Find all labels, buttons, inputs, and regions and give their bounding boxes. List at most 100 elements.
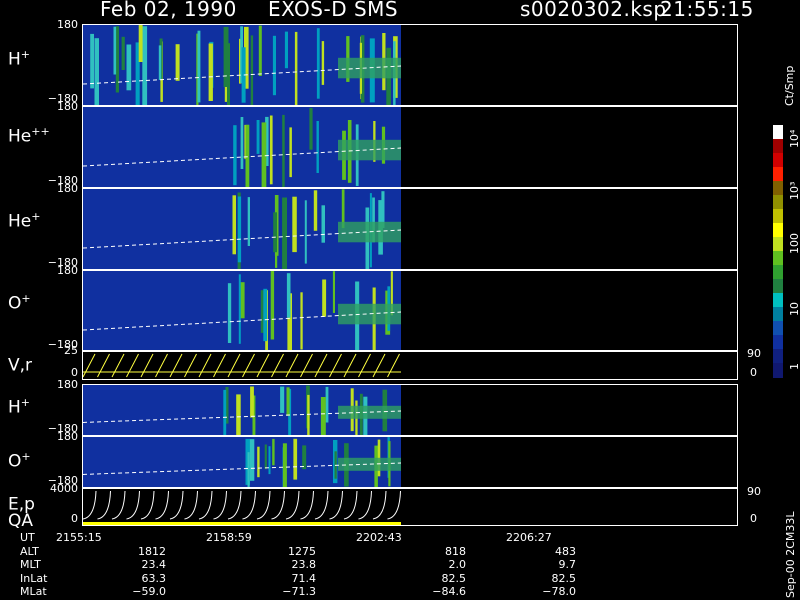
colorbar-swatch xyxy=(773,363,783,378)
orbit-value: 71.4 xyxy=(291,571,317,585)
velocity-sweep xyxy=(343,353,357,378)
orbit-value: 2202:43 xyxy=(356,531,402,544)
count-burst xyxy=(293,438,298,480)
orbit-row: ALT 1812 1275 818 483 xyxy=(20,545,616,559)
count-burst xyxy=(289,127,292,178)
count-burst xyxy=(121,36,125,70)
count-burst xyxy=(270,271,275,340)
axis-tick-top: 180 xyxy=(57,100,78,113)
count-burst xyxy=(282,197,287,269)
panel-plot xyxy=(83,25,402,105)
count-burst xyxy=(284,31,288,69)
count-burst xyxy=(321,205,325,243)
orbit-value: 2155:15 xyxy=(56,531,102,544)
orbit-row: UT 2155:15 2158:59 2202:43 2206:27 xyxy=(20,531,616,545)
dense-band xyxy=(338,303,401,325)
axis-tick-top: 180 xyxy=(57,18,78,31)
velocity-sweep xyxy=(285,353,299,378)
velocity-sweep xyxy=(329,353,342,378)
count-burst xyxy=(320,397,326,435)
energy-sweep xyxy=(184,490,198,520)
energy-sweep xyxy=(140,490,155,520)
orbit-value: −71.3 xyxy=(282,585,316,599)
count-burst xyxy=(115,26,119,93)
panel-1 xyxy=(82,106,738,188)
velocity-sweep xyxy=(126,353,139,378)
panel-label-3: O+ xyxy=(8,292,31,314)
count-burst xyxy=(258,25,262,77)
count-burst xyxy=(304,200,307,264)
right-tick-top: 90 xyxy=(747,347,761,360)
count-burst xyxy=(286,387,290,416)
orbit-param-name: MLT xyxy=(20,558,41,572)
count-burst xyxy=(263,288,268,342)
colorbar-label-1e4: 10⁴ xyxy=(788,129,800,148)
count-burst xyxy=(142,26,148,105)
count-burst xyxy=(113,26,117,75)
velocity-sweep xyxy=(140,353,154,378)
velocity-sweep xyxy=(111,353,125,378)
count-burst xyxy=(280,386,285,413)
energy-sweep xyxy=(314,490,329,520)
right-tick-bottom: 0 xyxy=(750,366,757,379)
axis-tick-top: 180 xyxy=(57,264,78,277)
panel-charge: + xyxy=(21,450,31,463)
energy-sweep xyxy=(271,490,285,520)
panel-label-2: He+ xyxy=(8,210,40,232)
footer-note: Sep-00 2CM33L xyxy=(784,511,797,599)
panel-label-0: H+ xyxy=(8,48,30,70)
right-tick-bottom: 0 xyxy=(750,512,757,525)
count-burst xyxy=(264,444,267,470)
colorbar-swatch xyxy=(773,125,783,140)
colorbar-swatch xyxy=(773,195,783,210)
colorbar-swatch xyxy=(773,251,783,266)
colorbar-label-1e3: 10³ xyxy=(788,181,800,200)
colorbar-swatch xyxy=(773,153,783,168)
count-burst xyxy=(321,41,325,85)
orbit-value: 2206:27 xyxy=(506,531,552,544)
energy-sweep xyxy=(169,490,184,520)
colorbar-swatch xyxy=(773,139,783,154)
orbit-value: 23.4 xyxy=(141,558,167,572)
colorbar-label-1: 1 xyxy=(788,363,800,370)
panel-plot xyxy=(83,353,401,378)
dense-band xyxy=(338,57,401,79)
count-burst xyxy=(240,117,244,169)
colorbar-label-10: 10 xyxy=(788,302,800,316)
velocity-sweep xyxy=(314,353,328,378)
energy-sweep xyxy=(83,490,97,520)
dense-band xyxy=(338,457,401,471)
orbit-value: −84.6 xyxy=(432,585,466,599)
velocity-sweep xyxy=(242,353,255,378)
count-burst xyxy=(325,386,329,423)
colorbar-swatch xyxy=(773,167,783,182)
energy-sweep xyxy=(155,490,169,520)
orbit-value: 2158:59 xyxy=(206,531,252,544)
count-burst xyxy=(240,282,245,319)
colorbar-swatch xyxy=(773,335,783,350)
count-burst xyxy=(272,35,276,96)
count-burst xyxy=(269,115,273,185)
colorbar-swatch xyxy=(773,181,783,196)
energy-sweep xyxy=(329,490,343,520)
orbit-param-name: UT xyxy=(20,531,35,544)
count-burst xyxy=(257,446,260,478)
orbit-param-name: ALT xyxy=(20,544,39,558)
panel-charge: + xyxy=(31,210,41,223)
panel-plot xyxy=(83,271,402,351)
orbit-row: MLat −59.0 −71.3 −84.6 −78.0 xyxy=(20,585,616,599)
panel-label-4: V,r xyxy=(8,354,32,376)
orbit-param-name: MLat xyxy=(20,585,47,599)
energy-sweep xyxy=(285,490,300,520)
colorbar-unit: Ct/Smp xyxy=(783,65,796,106)
energy-sweep xyxy=(213,490,227,520)
count-burst xyxy=(300,292,303,350)
orbit-param-name: InLat xyxy=(20,571,48,585)
panel-7 xyxy=(82,488,738,526)
orbit-value: −78.0 xyxy=(542,585,576,599)
count-burst xyxy=(249,439,255,481)
panel-charge: ++ xyxy=(31,125,50,138)
qa-bar xyxy=(83,522,401,525)
panel-6 xyxy=(82,436,738,488)
orbit-value: 82.5 xyxy=(551,571,577,585)
